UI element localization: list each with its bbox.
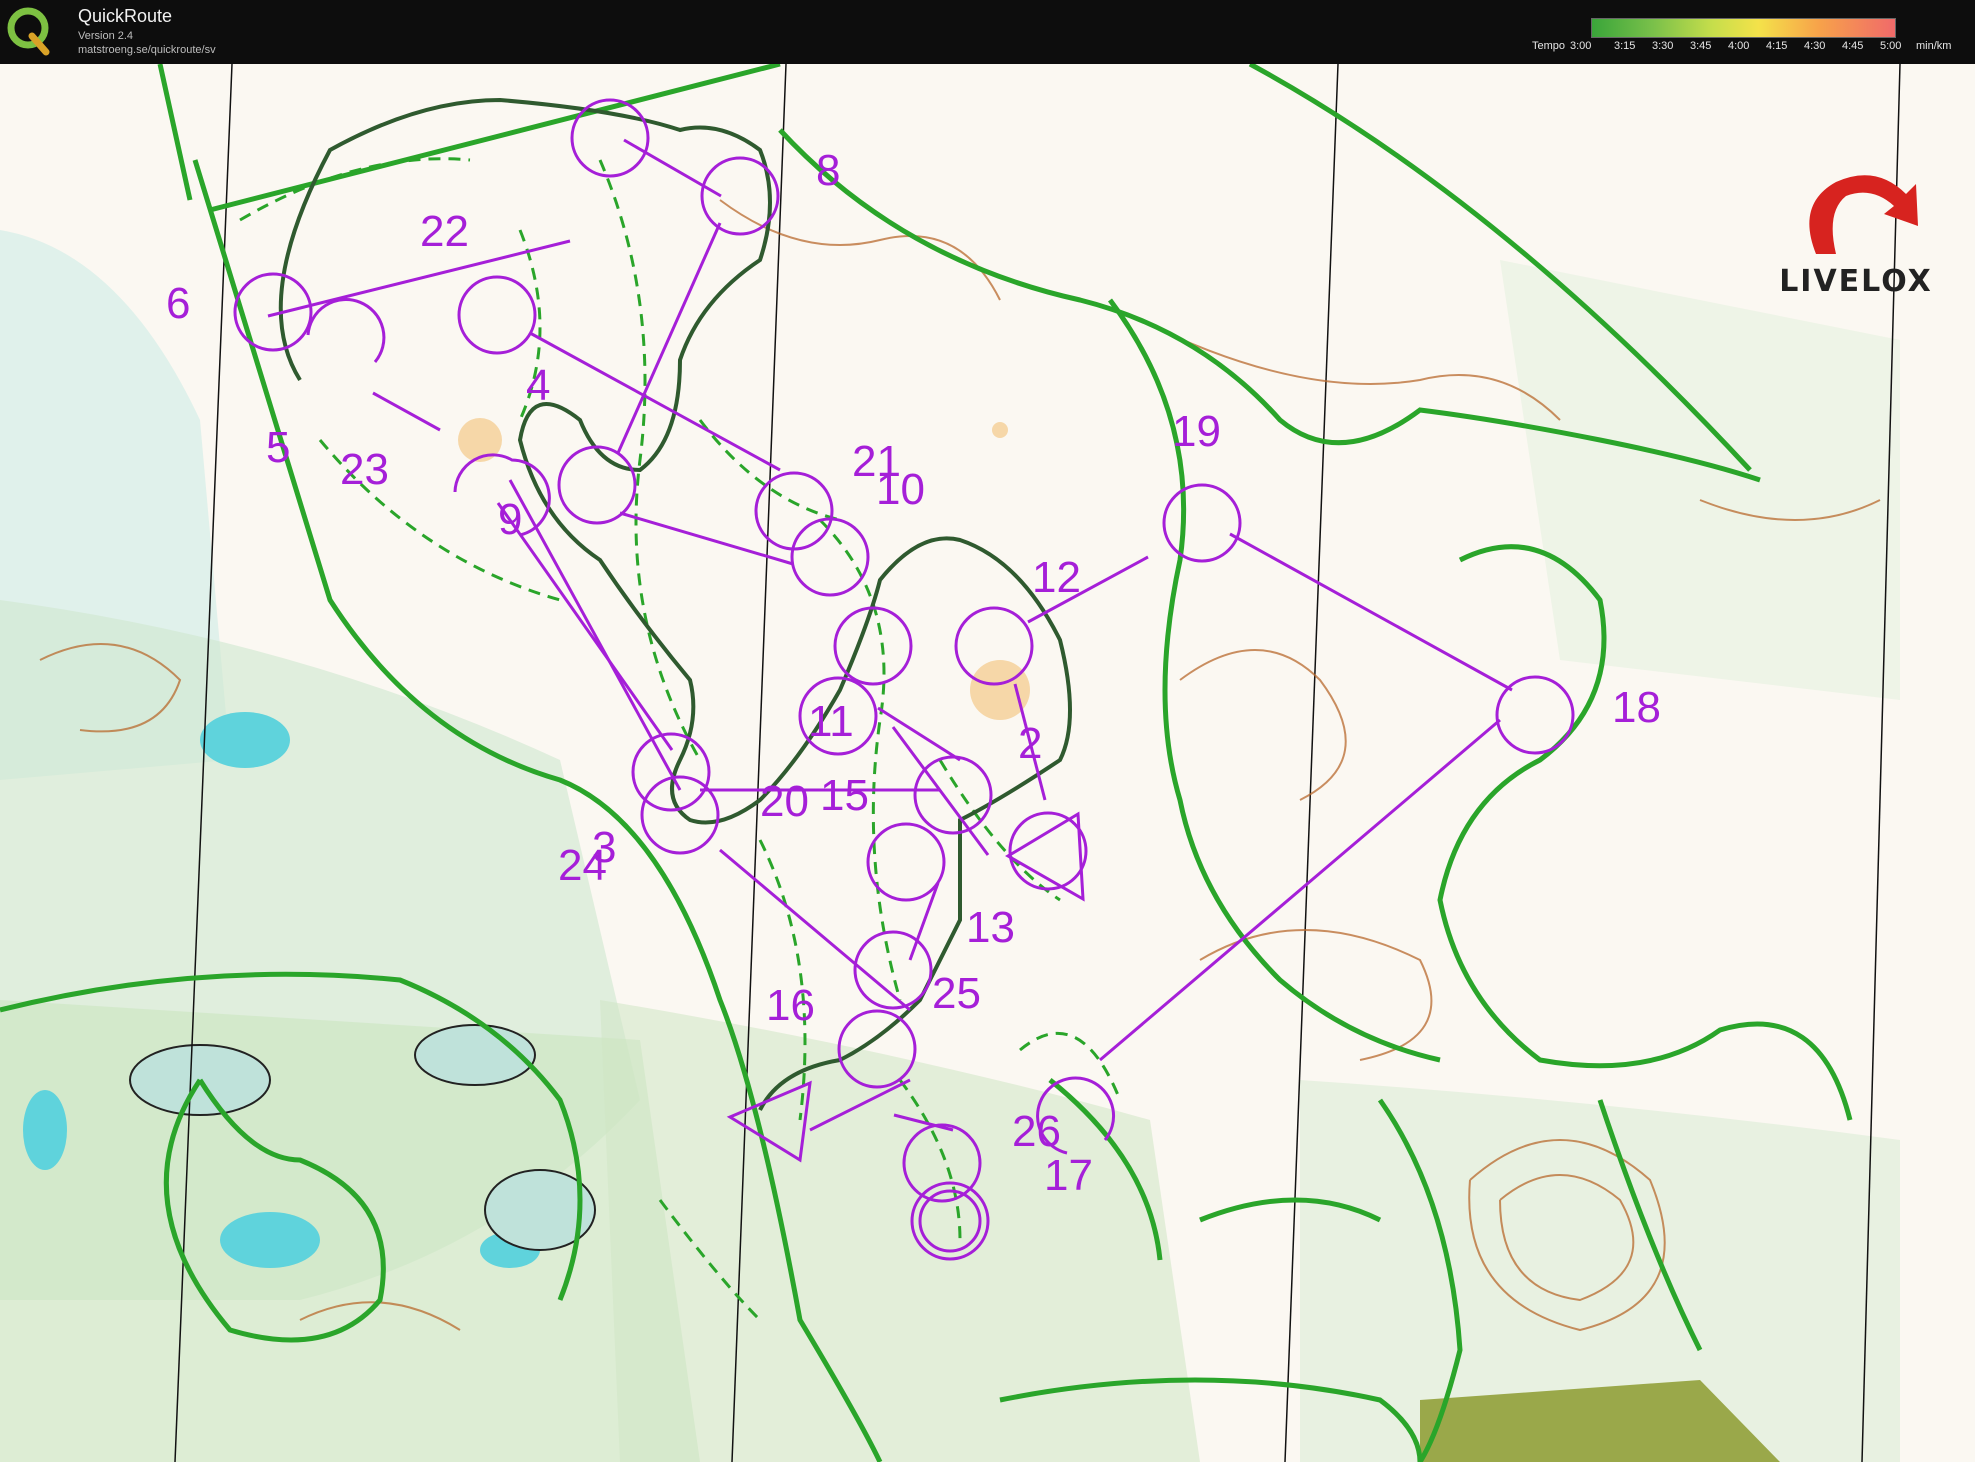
- control-number: 8: [816, 146, 840, 195]
- control-number: 2: [1018, 719, 1042, 768]
- tempo-tick: 3:30: [1652, 40, 1674, 52]
- app-version: Version 2.4: [78, 30, 134, 42]
- app-url: matstroeng.se/quickroute/sv: [78, 44, 216, 56]
- control-number: 10: [876, 465, 925, 514]
- control-number: 9: [498, 495, 522, 544]
- tempo-label: Tempo: [1532, 40, 1566, 52]
- title-bar: Q QuickRoute Version 2.4 matstroeng.se/q…: [0, 0, 1975, 64]
- quickroute-q-icon: Q: [7, 7, 50, 56]
- control-number: 25: [932, 969, 981, 1018]
- control-number: 23: [340, 445, 389, 494]
- control-number: 17: [1044, 1151, 1093, 1200]
- logo-letter: Q: [22, 35, 23, 37]
- control-number: 4: [526, 361, 550, 410]
- control-number: 15: [820, 771, 869, 820]
- control-number: 12: [1032, 553, 1081, 602]
- tempo-tick: 4:45: [1842, 40, 1864, 52]
- map-canvas[interactable]: 22 8 6 4 5 23 9 21 10 19 12 18 11 2 20 1…: [0, 64, 1975, 1462]
- tempo-tick: 4:00: [1728, 40, 1750, 52]
- tempo-tick: 5:00: [1880, 40, 1902, 52]
- control-number: 11: [808, 697, 854, 746]
- orienteering-map[interactable]: 22 8 6 4 5 23 9 21 10 19 12 18 11 2 20 1…: [0, 64, 1975, 1462]
- livelox-logo: LIVELOX: [1776, 164, 1936, 304]
- tempo-tick: 4:30: [1804, 40, 1826, 52]
- livelox-arrow-icon: [1809, 175, 1918, 254]
- control-number: 18: [1612, 683, 1661, 732]
- control-number: 6: [166, 279, 190, 328]
- control-number: 22: [420, 207, 469, 256]
- tempo-tick: 3:45: [1690, 40, 1712, 52]
- app-title: QuickRoute: [78, 6, 173, 26]
- control-number: 3: [592, 823, 616, 872]
- tempo-tick: 3:00: [1570, 40, 1592, 52]
- control-number: 19: [1172, 407, 1221, 456]
- terrain-layer: [0, 230, 1900, 1462]
- livelox-wordmark: LIVELOX: [1779, 264, 1933, 299]
- tempo-unit: min/km: [1916, 40, 1952, 52]
- control-number: 20: [760, 777, 809, 826]
- tempo-gradient-bar: [1591, 18, 1896, 38]
- control-number: 16: [766, 981, 815, 1030]
- tempo-tick: 4:15: [1766, 40, 1788, 52]
- control-number: 5: [266, 423, 290, 472]
- tempo-tick: 3:15: [1614, 40, 1636, 52]
- control-number: 26: [1012, 1107, 1061, 1156]
- tempo-legend: Tempo 3:00 3:15 3:30 3:45 4:00 4:15 4:30…: [1532, 18, 1972, 58]
- control-number: 13: [966, 903, 1015, 952]
